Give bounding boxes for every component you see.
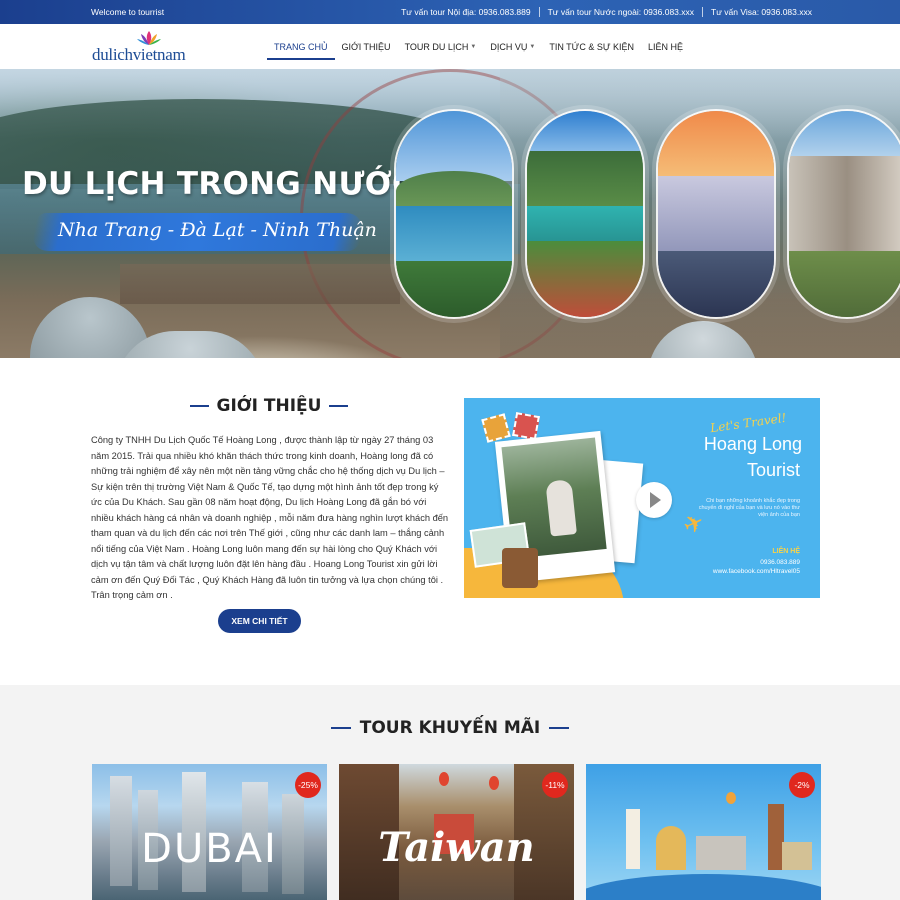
stamp-icon	[481, 413, 511, 443]
hero-slider[interactable]: DU LỊCH TRONG NƯỚC Nha Trang - Đà Lạt - …	[0, 69, 900, 358]
top-bar: Welcome to tourrist Tư vấn tour Nội địa:…	[0, 0, 900, 24]
contact-visa[interactable]: Tư vấn Visa: 0936.083.xxx	[702, 7, 820, 17]
contact-domestic[interactable]: Tư vấn tour Nội địa: 0936.083.889	[393, 7, 539, 17]
pill-photo-nha-trang	[394, 109, 514, 319]
tours-heading: TOUR KHUYẾN MÃI	[330, 718, 570, 738]
intro-heading: GIỚI THIỆU	[190, 396, 348, 416]
tour-card-taiwan[interactable]: Taiwan -11%	[339, 764, 574, 900]
building-icon	[782, 842, 812, 870]
play-icon[interactable]	[636, 482, 672, 518]
heading-bar	[330, 727, 351, 729]
lotus-logo-icon	[137, 31, 161, 45]
nav-about[interactable]: GIỚI THIỆU	[335, 24, 398, 69]
intro-title: GIỚI THIỆU	[216, 396, 322, 416]
globe-shape	[586, 874, 821, 900]
stamp-icon	[512, 412, 540, 440]
tour-card-title: DUBAI	[141, 826, 278, 872]
nav-home[interactable]: TRANG CHỦ	[267, 24, 335, 69]
promo-description: Chi bạn những khoảnh khắc đẹp trong chuy…	[698, 498, 800, 518]
tour-card-title: Taiwan	[378, 824, 535, 871]
read-more-button[interactable]: XEM CHI TIẾT	[218, 609, 301, 633]
pill-photo-da-lat-fog	[656, 109, 776, 319]
top-contacts: Tư vấn tour Nội địa: 0936.083.889 Tư vấn…	[393, 7, 820, 17]
welcome-text: Welcome to tourrist	[91, 7, 165, 17]
nav-contact-label: LIÊN HỆ	[648, 41, 684, 52]
chevron-down-icon: ▼	[529, 43, 536, 50]
tour-card-dubai[interactable]: DUBAI -25%	[92, 764, 327, 900]
nav-tours[interactable]: TOUR DU LỊCH ▼	[398, 24, 484, 69]
heading-bar	[190, 405, 209, 407]
suitcase-icon	[502, 548, 538, 588]
chevron-down-icon: ▼	[470, 43, 477, 50]
dome-building-icon	[656, 826, 686, 870]
nav-about-label: GIỚI THIỆU	[341, 41, 391, 52]
arch-building-icon	[696, 836, 746, 870]
promo-brand-line1: Hoang Long	[703, 434, 802, 454]
site-logo[interactable]: dulichvietnam	[92, 30, 192, 64]
promo-brand-line2: Tourist	[746, 460, 800, 480]
discount-badge: -25%	[295, 772, 321, 798]
nav-tours-label: TOUR DU LỊCH	[404, 41, 469, 52]
nav-services-label: DỊCH VỤ	[490, 41, 528, 52]
main-nav: TRANG CHỦ GIỚI THIỆU TOUR DU LỊCH ▼ DỊCH …	[267, 24, 690, 69]
promo-contact-heading: LIÊN HỆ	[772, 548, 800, 555]
logo-text-a: dulich	[92, 45, 133, 64]
promo-contact-phone: 0936.083.889	[760, 559, 800, 566]
leaning-tower-icon	[626, 809, 640, 869]
hero-title: DU LỊCH TRONG NƯỚC	[22, 166, 416, 202]
promo-lets-travel: Let's Travel!	[709, 410, 788, 436]
logo-wordmark: dulichvietnam	[92, 45, 186, 65]
logo-text-b: vietnam	[132, 45, 186, 64]
discount-badge: -2%	[789, 772, 815, 798]
hero-roofs	[120, 264, 400, 304]
pill-photo-city	[787, 109, 900, 319]
heading-bar	[549, 727, 570, 729]
balloon-icon	[726, 792, 736, 804]
tour-card-europe[interactable]: -2%	[586, 764, 821, 900]
tours-title: TOUR KHUYẾN MÃI	[359, 718, 541, 738]
pill-photo-da-lat-lake	[525, 109, 645, 319]
site-header: dulichvietnam TRANG CHỦ GIỚI THIỆU TOUR …	[0, 24, 900, 69]
nav-contact[interactable]: LIÊN HỆ	[641, 24, 690, 69]
nav-services[interactable]: DỊCH VỤ ▼	[483, 24, 542, 69]
intro-paragraph: Công ty TNHH Du Lịch Quốc Tế Hoàng Long …	[91, 435, 449, 600]
promo-video-banner[interactable]: ✈ Let's Travel! Hoang Long Tourist Chi b…	[464, 398, 820, 598]
promo-contact-facebook: www.facebook.com/Hltravel05	[712, 568, 800, 575]
lantern-icon	[439, 772, 449, 786]
nav-home-label: TRANG CHỦ	[274, 41, 328, 52]
lantern-icon	[489, 776, 499, 790]
discount-badge: -11%	[542, 772, 568, 798]
contact-international[interactable]: Tư vấn tour Nước ngoài: 0936.083.xxx	[538, 7, 702, 17]
nav-news[interactable]: TIN TỨC & SỰ KIỆN	[542, 24, 641, 69]
nav-news-label: TIN TỨC & SỰ KIỆN	[549, 41, 635, 52]
heading-bar	[329, 405, 348, 407]
hero-subtitle: Nha Trang - Đà Lạt - Ninh Thuận	[58, 219, 377, 241]
